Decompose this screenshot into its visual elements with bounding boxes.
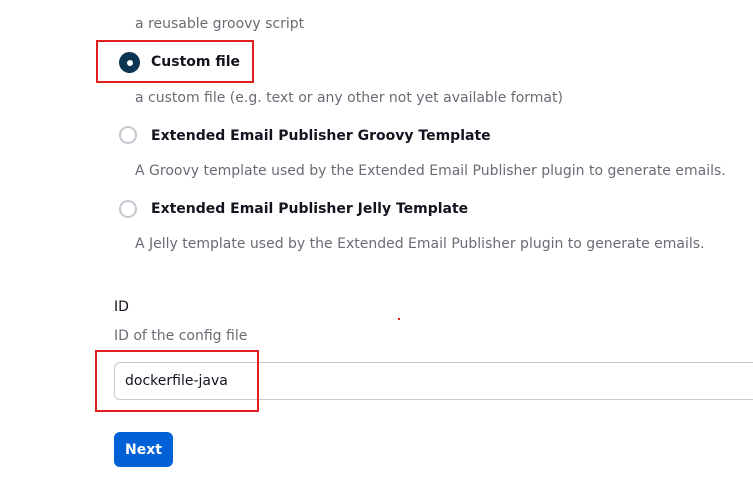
jelly-template-label[interactable]: Extended Email Publisher Jelly Template [151,200,468,218]
jelly-template-radio[interactable] [119,200,137,218]
groovy-template-description: A Groovy template used by the Extended E… [135,163,726,179]
groovy-template-label[interactable]: Extended Email Publisher Groovy Template [151,127,491,145]
custom-file-highlight [96,40,254,83]
id-input-highlight [95,350,259,412]
groovy-script-option-description: a reusable groovy script [135,16,305,32]
next-button[interactable]: Next [114,432,173,467]
id-field-help: ID of the config file [114,328,248,344]
custom-file-description: a custom file (e.g. text or any other no… [135,90,563,106]
id-field-label: ID [114,299,129,315]
jelly-template-description: A Jelly template used by the Extended Em… [135,236,705,252]
groovy-template-radio[interactable] [119,126,137,144]
stray-mark [398,318,400,320]
